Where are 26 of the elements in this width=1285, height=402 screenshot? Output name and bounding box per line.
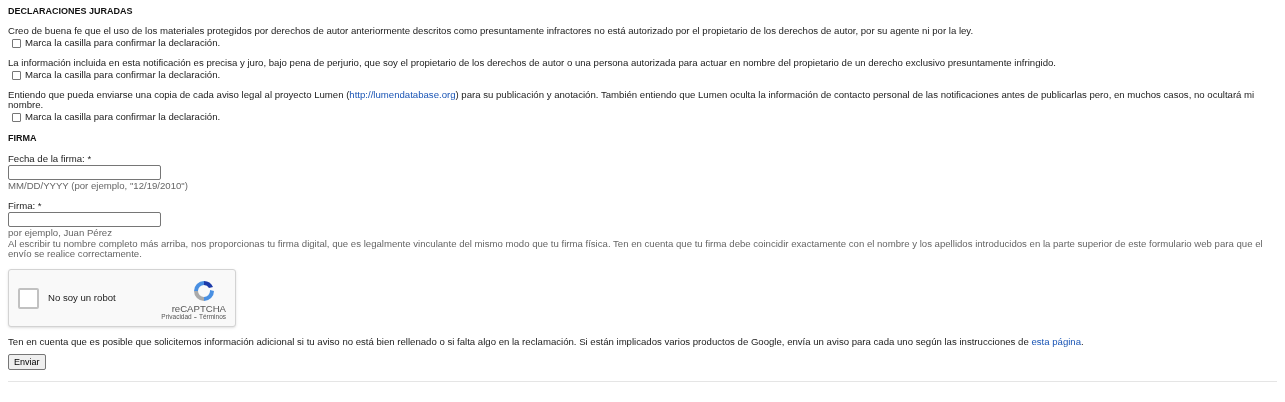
statement-text: Entiendo que pueda enviarse una copia de cada aviso legal al proyecto Lumen (http://lumendatabase.org) para su publicación y anotación. También entiendo que Lumen oculta la información de contacto personal de las notificaciones antes de publicarlas pero, en muchos casos, no ocultará mi nombre. — [8, 90, 1256, 110]
checkbox-label: Marca la casilla para confirmar la declaración. — [25, 70, 221, 80]
section-heading: FIRMA — [8, 133, 38, 143]
field-label: Fecha de la firma: * — [8, 154, 93, 164]
statement-text: La información incluida en esta notificación es precisa y juro, bajo pena de perjurio, que soy el propietario de los derechos de autor o una persona autorizada para actuar en nombre del propietario de un derecho exclusivo presuntamente infringido. — [8, 58, 1057, 68]
link[interactable]: http://lumendatabase.org — [349, 89, 456, 100]
checkbox[interactable] — [12, 38, 21, 48]
captcha-label: No soy un robot — [48, 290, 117, 305]
checkbox[interactable] — [12, 70, 21, 80]
field-hint: Al escribir tu nombre completo más arriba, nos proporcionas tu firma digital, que es legalmente vinculante del mismo modo que tu firma física. Ten en cuenta que tu firma debe coincidir exactamente con el nombre y los apellidos introducidos en la parte superior de este formulario web para que el envío se realice correctamente. — [8, 239, 1264, 259]
field-label: Firma: * — [8, 201, 43, 211]
checkbox-label: Marca la casilla para confirmar la declaración. — [25, 38, 221, 48]
captcha-brand: reCAPTCHA — [171, 304, 226, 313]
recaptcha-logo-icon — [192, 279, 216, 303]
field-hint: MM/DD/YYYY (por ejemplo, "12/19/2010") — [8, 181, 189, 191]
statement-text: Creo de buena fe que el uso de los materiales protegidos por derechos de autor anteriormente descritos como presuntamente infractores no está autorizado por el propietario de los derechos de autor, por su agente ni por la ley. — [8, 26, 975, 36]
field-hint: por ejemplo, Juan Pérez — [8, 228, 113, 238]
text-field[interactable] — [8, 165, 161, 180]
section-heading: DECLARACIONES JURADAS — [8, 6, 134, 16]
captcha-checkbox[interactable] — [18, 287, 39, 309]
submit-button[interactable]: Enviar — [8, 354, 46, 370]
text-field[interactable] — [8, 212, 161, 227]
checkbox-label: Marca la casilla para confirmar la declaración. — [25, 112, 221, 122]
checkbox[interactable] — [12, 112, 21, 122]
statement-text: Ten en cuenta que es posible que solicitemos información adicional si tu aviso no está bien rellenado o si falta algo en la reclamación. Si están implicados varios productos de Google, envía un aviso para cada uno según las instrucciones de esta página. — [8, 337, 1085, 347]
link-separator: - — [193, 313, 197, 321]
